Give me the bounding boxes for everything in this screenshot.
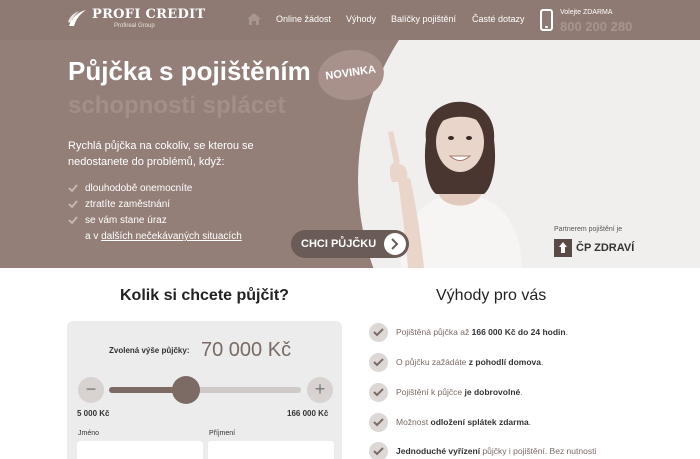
increase-amount-button[interactable]: +	[307, 377, 333, 403]
check-icon	[68, 216, 78, 224]
benefits-title: Výhody pro vás	[436, 287, 547, 304]
benefit-text-bold: je dobrovolné	[464, 387, 521, 397]
surname-label: Příjmení	[209, 430, 236, 437]
range-min-label: 5 000 Kč	[77, 409, 110, 418]
profi-credit-logo[interactable]: PROFI CREDIT Profireal Group	[66, 7, 205, 29]
logo-leaf-icon	[68, 10, 86, 26]
condition-text: se vám stane úraz	[85, 215, 167, 226]
name-label: Jméno	[78, 430, 100, 437]
nav-balicky-pojisteni[interactable]: Balíčky pojištění	[391, 14, 456, 24]
benefit-text-plain: půjčky i pojištění. Bez nutnosti	[480, 446, 597, 456]
check-icon	[68, 184, 78, 192]
chci-pujcku-button[interactable]: CHCI PŮJČKU	[291, 230, 409, 258]
list-item: a v dalších nečekávaných situacích	[68, 229, 242, 245]
amount-slider-track[interactable]	[109, 387, 301, 393]
logo-subtitle: Profireal Group	[114, 22, 155, 29]
check-circle-icon	[369, 353, 388, 372]
benefit-text-plain: .	[541, 357, 544, 367]
surname-field[interactable]	[208, 441, 334, 459]
benefit-text-plain: .	[528, 417, 532, 427]
nav-online-zadost[interactable]: Online žádost	[276, 14, 331, 24]
chevron-right-icon	[384, 233, 406, 255]
home-icon[interactable]	[246, 12, 262, 26]
condition-text: ztratíte zaměstnání	[85, 199, 171, 210]
benefit-text-bold: Jednoduché vyřízení	[396, 446, 481, 456]
benefit-text-plain: O půjčku zažádáte	[396, 357, 469, 367]
nav-caste-dotazy[interactable]: Časté dotazy	[472, 14, 525, 24]
benefit-text-bold: odložení splátek zdarma	[430, 417, 529, 427]
phone-icon	[540, 9, 553, 31]
partner-name: ČP ZDRAVÍ	[576, 242, 635, 254]
partner-label: Partnerem pojištění je	[554, 226, 623, 233]
benefit-text-plain: .	[565, 327, 568, 337]
calculator-title: Kolik si chcete půjčit?	[120, 287, 289, 304]
benefit-text-bold: z pohodlí domova	[468, 357, 542, 367]
benefit-text-plain: .	[520, 387, 523, 397]
range-max-label: 166 000 Kč	[287, 409, 329, 418]
condition-prefix: a v	[85, 231, 102, 242]
call-number[interactable]: 800 200 280	[560, 19, 632, 34]
call-free-label: Volejte ZDARMA	[560, 9, 613, 16]
logo-name: PROFI CREDIT	[92, 6, 206, 22]
nav-vyhody[interactable]: Výhody	[346, 14, 376, 24]
benefit-text: Jednoduché vyřízení půjčky i pojištění. …	[396, 446, 596, 456]
cp-shield-icon	[554, 239, 572, 257]
list-item: ztratíte zaměstnání	[68, 197, 242, 213]
amount-label: Zvolená výše půjčky:	[109, 346, 190, 355]
check-circle-icon	[369, 323, 388, 342]
amount-value: 70 000 Kč	[201, 339, 292, 361]
benefit-text: Pojištění k půjčce je dobrovolné.	[396, 387, 523, 397]
more-situations-link[interactable]: dalších nečekávaných situacích	[101, 231, 242, 242]
amount-slider-thumb[interactable]	[171, 376, 200, 404]
benefit-text: Možnost odložení splátek zdarma.	[396, 417, 531, 427]
hero-banner: Půjčka s pojištěním schopnosti splácet N…	[0, 40, 700, 268]
loan-calculator: Zvolená výše půjčky: 70 000 Kč − + 5 000…	[67, 321, 342, 459]
novinka-label: NOVINKA	[324, 63, 377, 83]
check-circle-icon	[369, 383, 388, 402]
decrease-amount-button[interactable]: −	[78, 377, 104, 403]
check-icon	[68, 200, 78, 208]
cp-zdravi-logo: ČP ZDRAVÍ	[554, 239, 634, 257]
conditions-list: dlouhodobě onemocníte ztratíte zaměstnán…	[68, 181, 242, 245]
site-header: PROFI CREDIT Profireal Group Online žádo…	[0, 0, 700, 40]
cta-label: CHCI PŮJČKU	[301, 238, 377, 250]
benefit-text-plain: Pojištěná půjčka až	[396, 327, 472, 337]
condition-text: dlouhodobě onemocníte	[85, 183, 193, 194]
name-field[interactable]	[77, 441, 203, 459]
benefit-text: O půjčku zažádáte z pohodlí domova.	[396, 357, 543, 367]
check-circle-icon	[369, 413, 388, 432]
benefit-text: Pojištěná půjčka až 166 000 Kč do 24 hod…	[396, 327, 568, 337]
benefit-text-plain: Pojištění k půjčce	[396, 387, 465, 397]
hero-title: Půjčka s pojištěním	[68, 56, 311, 86]
hero-subtitle: schopnosti splácet	[68, 92, 286, 119]
list-item: se vám stane úraz	[68, 213, 242, 229]
check-circle-icon	[369, 442, 388, 459]
list-item: dlouhodobě onemocníte	[68, 181, 242, 197]
benefit-text-plain: Možnost	[396, 417, 431, 427]
hero-intro: Rychlá půjčka na cokoliv, se kterou se n…	[68, 140, 254, 168]
benefit-text-bold: 166 000 Kč do 24 hodin	[471, 327, 566, 337]
